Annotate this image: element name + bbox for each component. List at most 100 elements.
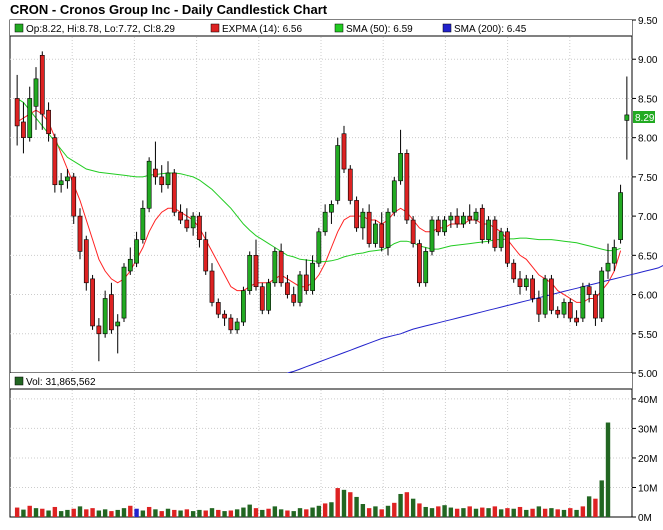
volume-bar [285, 510, 290, 517]
candle-body [115, 321, 121, 327]
candle-body [461, 215, 466, 225]
volume-bar [216, 509, 221, 517]
volume-bar [511, 508, 516, 517]
volume-bar [410, 498, 416, 517]
volume-bar [316, 505, 322, 517]
candle-body [310, 262, 315, 291]
volume-bar [385, 505, 391, 517]
candle [266, 278, 271, 315]
volume-bar [291, 511, 296, 517]
candle-body [109, 294, 114, 331]
volume-bar [341, 489, 347, 517]
candle-body [385, 211, 391, 248]
volume-bar [84, 509, 89, 517]
candle-body [505, 231, 510, 264]
legend-expma: EXPMA (14): 6.56 [210, 23, 302, 35]
volume-bar [436, 506, 441, 517]
volume-bar [40, 508, 45, 517]
volume-bar [467, 506, 472, 517]
volume-bar [530, 508, 535, 517]
volume-bar [480, 507, 485, 517]
candle-body [209, 270, 215, 303]
candle-body [278, 251, 284, 284]
candle-body [360, 211, 366, 229]
candle-body [322, 211, 328, 233]
volume-bar [561, 509, 567, 517]
volume-bar [505, 508, 510, 517]
candle-body [398, 153, 403, 182]
volume-bar [354, 496, 359, 517]
volume-bar [203, 510, 208, 517]
legend-sma200-swatch [442, 23, 452, 33]
candle-body [46, 109, 51, 135]
candle [354, 196, 359, 232]
candle [530, 274, 535, 303]
volume-bar [172, 509, 177, 517]
volume-bar [417, 503, 422, 517]
price-tick-label: 9.00 [638, 55, 658, 66]
candle [410, 216, 416, 248]
candle [146, 157, 152, 213]
candle-body [580, 286, 586, 319]
volume-bar [373, 506, 378, 517]
candle-body [618, 192, 623, 240]
volume-bar [14, 507, 20, 517]
volume-bar [442, 505, 447, 517]
volume-bar [360, 504, 366, 517]
price-tick-label: 9.50 [638, 16, 658, 27]
volume-bar [253, 508, 259, 517]
volume-bar [599, 480, 604, 517]
candle-body [184, 219, 190, 229]
volume-bar [159, 511, 164, 517]
volume-bar [322, 503, 328, 517]
volume-bar [429, 508, 435, 517]
volume-bar [96, 510, 102, 517]
candle [241, 286, 246, 326]
volume-bar [146, 506, 152, 517]
volume-bar [21, 509, 26, 517]
candle-body [391, 180, 397, 213]
candle-body [429, 219, 435, 252]
candle-body [329, 204, 334, 213]
volume-bar [392, 502, 397, 517]
candle-body [486, 219, 491, 240]
volume-tick-label: 30M [638, 424, 657, 435]
volume-bar [241, 507, 246, 517]
candle-body [517, 278, 523, 288]
candle-body [435, 219, 441, 233]
candle-body [203, 239, 209, 272]
candle-body [473, 211, 479, 221]
axis-ticks: 9.50 9.00 8.50 8.00 7.50 7.00 6.50 6.00 5.50 5.00… [632, 16, 658, 524]
candle-body [605, 262, 611, 272]
candle-body [467, 215, 473, 221]
candle [417, 239, 422, 287]
candle [486, 216, 491, 244]
candle-body [373, 223, 378, 244]
candle [71, 172, 77, 224]
candle-body [39, 54, 45, 115]
volume-bar [222, 511, 227, 517]
volume-bar [209, 508, 215, 517]
volume-bar [297, 508, 303, 517]
chart-canvas: 9.50 9.00 8.50 8.00 7.50 7.00 6.50 6.00 5.50 5.00… [9, 16, 663, 524]
candle-body [549, 278, 554, 311]
candle-body [354, 200, 359, 229]
volume-bar [492, 506, 498, 517]
chart-container: CRON - Cronos Group Inc - Daily Candlest… [0, 0, 663, 530]
candle-body [423, 251, 429, 284]
candle-body [146, 160, 152, 209]
candle-body [127, 258, 133, 272]
price-tick-label: 5.00 [638, 369, 658, 380]
legend-expma-swatch [210, 23, 220, 33]
volume-bar [65, 509, 70, 517]
candle [77, 208, 83, 260]
volume-bar [52, 506, 58, 517]
candle-body [366, 211, 372, 244]
legend-sma50-text: SMA (50): 6.59 [346, 24, 413, 35]
candle [272, 247, 278, 287]
volume-bar [555, 509, 560, 517]
volume-bar [197, 509, 202, 517]
legend-expma-text: EXPMA (14): 6.56 [222, 24, 302, 35]
candle-body [303, 274, 309, 291]
volume-bar [266, 508, 271, 517]
